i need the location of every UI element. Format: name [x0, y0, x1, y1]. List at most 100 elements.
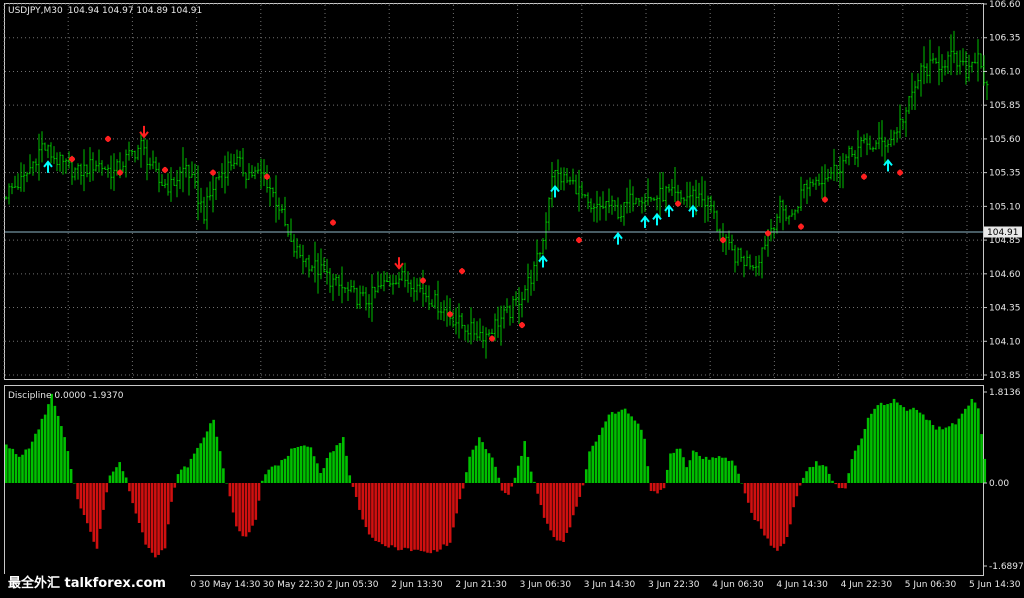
y-tick-label: 104.10 [989, 337, 1021, 347]
histogram-bar [24, 449, 28, 483]
histogram-bar [653, 483, 656, 492]
histogram-bar [714, 457, 718, 483]
histogram-bar [516, 465, 520, 483]
histogram-bar [393, 483, 397, 548]
histogram-bar [494, 466, 497, 483]
histogram-bar [267, 469, 271, 483]
histogram-bar [257, 483, 261, 501]
histogram-bar [604, 421, 607, 483]
histogram-bar [390, 483, 394, 546]
histogram-bar [957, 418, 961, 483]
histogram-bar [708, 459, 711, 483]
histogram-bar [487, 453, 491, 483]
histogram-bar [899, 405, 902, 483]
histogram-bar [513, 477, 517, 483]
histogram-bar [746, 483, 750, 503]
histogram-bar [196, 447, 199, 483]
histogram-bar [973, 402, 977, 483]
x-tick-label: 5 Jun 06:30 [905, 580, 957, 590]
histogram-bar [964, 408, 967, 483]
histogram-bar [698, 455, 701, 483]
histogram-bar [682, 457, 685, 483]
histogram-bar [322, 468, 326, 483]
y-tick-label: 105.85 [989, 101, 1021, 111]
histogram-bar [348, 475, 352, 483]
histogram-bar [50, 393, 53, 483]
histogram-bar [769, 483, 773, 546]
histogram-bar [627, 413, 630, 483]
histogram-bar [63, 437, 66, 483]
histogram-bar [14, 454, 18, 483]
histogram-bar [827, 473, 831, 483]
histogram-bar [309, 447, 313, 483]
histogram-bar [798, 483, 802, 486]
histogram-bar [721, 457, 724, 483]
trading-chart[interactable]: USDJPY,M30 104.94 104.97 104.89 104.91 10… [0, 0, 1024, 594]
histogram-bar [594, 441, 598, 483]
histogram-bar [960, 413, 964, 483]
histogram-bar [86, 483, 89, 524]
histogram-bar [238, 483, 241, 532]
histogram-bar [98, 483, 102, 529]
histogram-bar [163, 483, 167, 549]
histogram-bar [850, 459, 854, 483]
histogram-bar [879, 402, 883, 483]
histogram-bar [115, 467, 118, 483]
histogram-bar [766, 483, 769, 539]
histogram-bar [452, 483, 455, 528]
histogram-bar [941, 429, 944, 483]
histogram-bar [410, 483, 413, 552]
histogram-bar [559, 483, 562, 541]
histogram-bar [406, 483, 410, 549]
histogram-bar [853, 450, 857, 483]
histogram-bar [623, 408, 627, 483]
histogram-bar [209, 423, 212, 483]
histogram-bar [954, 424, 957, 483]
x-tick-label: 2 Jun 13:30 [391, 580, 443, 590]
y-tick-label: 106.60 [989, 0, 1021, 10]
histogram-bar [542, 483, 546, 518]
histogram-bar [30, 441, 34, 483]
histogram-bar [419, 483, 423, 551]
histogram-bar [491, 457, 494, 483]
histogram-bar [866, 417, 870, 483]
histogram-bar [811, 466, 815, 483]
histogram-bar [776, 483, 779, 551]
histogram-bar [354, 483, 358, 497]
histogram-bar [478, 437, 481, 483]
histogram-bar [254, 483, 258, 520]
histogram-bar [244, 483, 248, 537]
x-tick-label: 30 May 22:30 [263, 580, 325, 590]
histogram-bar [21, 454, 24, 483]
histogram-bar [251, 483, 254, 526]
histogram-bar [734, 465, 737, 483]
histogram-bar [199, 443, 202, 483]
histogram-bar [983, 458, 987, 483]
histogram-bar [607, 414, 611, 483]
y-tick-label: 106.10 [989, 67, 1021, 77]
histogram-bar [691, 450, 695, 483]
histogram-bar [588, 451, 591, 483]
sub-y-tick-label: 0.00 [989, 479, 1009, 489]
histogram-bar [928, 420, 931, 483]
histogram-bar [779, 483, 782, 547]
histogram-bar [507, 483, 510, 495]
histogram-bar [601, 427, 604, 483]
histogram-bar [474, 445, 478, 483]
histogram-bar [422, 483, 426, 552]
histogram-bar [701, 458, 705, 483]
histogram-bar [371, 483, 374, 538]
histogram-bar [189, 458, 193, 483]
histogram-bar [902, 407, 906, 483]
histogram-bar [154, 483, 157, 558]
histogram-bar [160, 483, 164, 551]
histogram-bar [92, 483, 96, 542]
histogram-bar [863, 428, 867, 483]
histogram-bar [620, 409, 624, 483]
histogram-bar [144, 483, 147, 545]
histogram-bar [131, 483, 134, 504]
y-tick-label: 105.60 [989, 135, 1021, 145]
histogram-bar [283, 458, 287, 483]
histogram-bar [358, 483, 361, 510]
histogram-bar [931, 425, 935, 483]
